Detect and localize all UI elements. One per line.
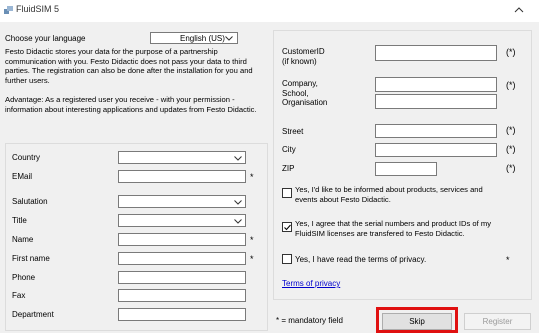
zip-label: ZIP	[282, 164, 295, 173]
fax-field[interactable]	[118, 289, 246, 302]
license-transfer-label: Yes, I agree that the serial numbers and…	[295, 219, 491, 238]
optional-mark: (*)	[506, 125, 516, 135]
language-select[interactable]: English (US)	[150, 32, 238, 44]
required-mark: *	[506, 255, 510, 265]
first-name-field[interactable]	[118, 252, 246, 265]
company-label: Company, School, Organisation	[282, 79, 328, 107]
email-field[interactable]	[118, 170, 246, 183]
phone-label: Phone	[12, 273, 36, 282]
register-button[interactable]: Register	[464, 313, 531, 330]
customer-id-field[interactable]	[375, 45, 497, 61]
privacy-checkbox[interactable]	[282, 254, 292, 264]
optional-mark: (*)	[506, 144, 516, 154]
salutation-select[interactable]	[118, 195, 246, 208]
newsletter-label: Yes, I'd like to be informed about produ…	[295, 185, 483, 204]
license-transfer-checkbox[interactable]	[282, 222, 292, 232]
chevron-down-icon	[225, 36, 233, 41]
phone-field[interactable]	[118, 271, 246, 284]
salutation-label: Salutation	[12, 197, 48, 206]
customer-id-label: CustomerID (if known)	[282, 47, 325, 66]
required-mark: *	[250, 172, 254, 182]
language-value: English (US)	[180, 34, 225, 43]
chevron-up-icon[interactable]	[513, 5, 525, 15]
mandatory-note: * = mandatory field	[276, 316, 343, 325]
chevron-down-icon	[234, 200, 242, 205]
email-label: EMail	[12, 172, 33, 181]
optional-mark: (*)	[506, 47, 516, 57]
fax-label: Fax	[12, 291, 26, 300]
chevron-down-icon	[234, 219, 242, 224]
country-select[interactable]	[118, 151, 246, 164]
optional-mark: (*)	[506, 163, 516, 173]
check-icon	[284, 224, 291, 231]
street-field[interactable]	[375, 124, 497, 138]
privacy-link[interactable]: Terms of privacy	[282, 279, 340, 288]
required-mark: *	[250, 254, 254, 264]
company-field[interactable]	[375, 77, 497, 92]
company-field-2[interactable]	[375, 94, 497, 109]
zip-field[interactable]	[375, 162, 437, 176]
title-select[interactable]	[118, 214, 246, 227]
language-label: Choose your language	[5, 34, 86, 43]
city-label: City	[282, 145, 296, 154]
department-label: Department	[12, 310, 54, 319]
name-label: Name	[12, 235, 34, 244]
required-mark: *	[250, 235, 254, 245]
window-title: FluidSIM 5	[16, 4, 60, 14]
title-bar: FluidSIM 5	[0, 0, 539, 22]
name-field[interactable]	[118, 233, 246, 246]
newsletter-checkbox[interactable]	[282, 188, 292, 198]
privacy-label: Yes, I have read the terms of privacy.	[295, 255, 427, 264]
department-field[interactable]	[118, 308, 246, 321]
city-field[interactable]	[375, 143, 497, 157]
optional-mark: (*)	[506, 80, 516, 90]
info-text: Festo Didactic stores your data for the …	[5, 47, 253, 85]
first-name-label: First name	[12, 254, 50, 263]
advantage-text: Advantage: As a registered user you rece…	[5, 95, 257, 114]
title-label: Title	[12, 216, 27, 225]
app-icon	[4, 6, 13, 14]
street-label: Street	[282, 127, 304, 136]
chevron-down-icon	[234, 156, 242, 161]
country-label: Country	[12, 153, 41, 162]
highlight-box	[376, 307, 458, 333]
